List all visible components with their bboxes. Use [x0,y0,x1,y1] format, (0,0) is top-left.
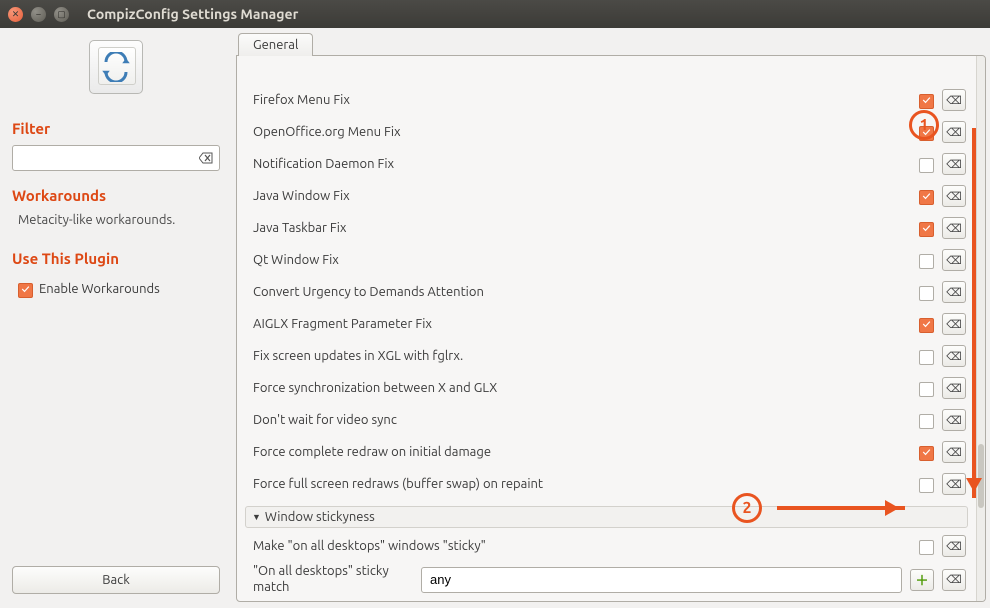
window-close-button[interactable]: ✕ [8,7,23,22]
option-row: Force synchronization between X and GLX ⌫ [237,372,976,404]
reset-button[interactable]: ⌫ [942,249,966,271]
sticky-make-checkbox[interactable] [919,540,934,555]
option-label: Force full screen redraws (buffer swap) … [253,477,911,491]
option-row-sticky-match: "On all desktops" sticky match ＋ ⌫ [237,562,976,597]
reset-button[interactable]: ⌫ [942,409,966,431]
option-row-sticky-make: Make "on all desktops" windows "sticky" … [237,530,976,562]
option-label: Force complete redraw on initial damage [253,445,911,459]
reset-button[interactable]: ⌫ [942,313,966,335]
option-label: Qt Window Fix [253,253,911,267]
option-row: Don't wait for video sync ⌫ [237,404,976,436]
scrollbar-thumb[interactable] [978,444,984,508]
option-checkbox[interactable] [919,382,934,397]
scrollbar[interactable] [976,56,985,601]
back-button[interactable]: Back [12,566,220,594]
window-minimize-button[interactable]: – [31,7,46,22]
sticky-match-input[interactable] [421,567,902,593]
filter-heading: Filter [12,120,220,137]
option-checkbox[interactable] [919,254,934,269]
option-row: Convert Urgency to Demands Attention ⌫ [237,276,976,308]
option-row: OpenOffice.org Menu Fix ⌫ [237,116,976,148]
filter-input-container[interactable] [12,145,220,171]
options-scroll-area[interactable]: x Firefox Menu Fix⌫OpenOffice.org Menu F… [237,56,976,601]
plugin-icon [89,40,143,94]
window-titlebar: ✕ – ▢ CompizConfig Settings Manager [0,0,990,28]
reset-button[interactable]: ⌫ [942,535,966,557]
option-row: Java Window Fix ⌫ [237,180,976,212]
reset-button[interactable]: ⌫ [942,345,966,367]
option-checkbox[interactable] [919,350,934,365]
use-this-plugin-heading: Use This Plugin [12,250,220,267]
filter-input[interactable] [19,151,197,166]
tab-general[interactable]: General [238,33,313,56]
option-label: Firefox Menu Fix [253,93,911,107]
option-label: AIGLX Fragment Parameter Fix [253,317,911,331]
option-checkbox[interactable] [919,94,934,109]
reset-button[interactable]: ⌫ [942,473,966,495]
option-checkbox[interactable] [919,414,934,429]
option-label: OpenOffice.org Menu Fix [253,125,911,139]
reset-button[interactable]: ⌫ [942,121,966,143]
clear-filter-icon[interactable] [197,149,215,167]
option-checkbox[interactable] [919,190,934,205]
option-row: Force complete redraw on initial damage ⌫ [237,436,976,468]
option-label: Java Taskbar Fix [253,221,911,235]
disclosure-triangle-icon: ▼ [252,512,261,522]
option-row: AIGLX Fragment Parameter Fix ⌫ [237,308,976,340]
option-row: Fix screen updates in XGL with fglrx. ⌫ [237,340,976,372]
option-checkbox[interactable] [919,222,934,237]
enable-workarounds-checkbox[interactable] [18,283,33,298]
option-row-cut: x [237,60,976,84]
option-checkbox[interactable] [919,318,934,333]
reset-button[interactable]: ⌫ [942,217,966,239]
window-maximize-button[interactable]: ▢ [54,7,69,22]
enable-workarounds-label: Enable Workarounds [39,281,160,298]
option-label: Don't wait for video sync [253,413,911,427]
reset-button[interactable]: ⌫ [942,569,966,591]
option-row: Force full screen redraws (buffer swap) … [237,468,976,500]
option-checkbox[interactable] [919,158,934,173]
option-checkbox[interactable] [919,286,934,301]
main-panel: General x Firefox Menu Fix⌫OpenOffice.or… [232,28,990,608]
reset-button[interactable]: ⌫ [942,441,966,463]
reset-button[interactable]: ⌫ [942,185,966,207]
reset-button[interactable]: ⌫ [942,153,966,175]
option-checkbox[interactable] [919,478,934,493]
plugin-description: Metacity-like workarounds. [18,212,220,230]
option-row: Java Taskbar Fix ⌫ [237,212,976,244]
option-row: Qt Window Fix ⌫ [237,244,976,276]
sidebar: Filter Workarounds Metacity-like workaro… [0,28,232,608]
option-label: Force synchronization between X and GLX [253,381,911,395]
reset-button[interactable]: ⌫ [942,281,966,303]
reset-button[interactable]: ⌫ [942,377,966,399]
option-row: Firefox Menu Fix ⌫ [237,84,976,116]
option-label: Convert Urgency to Demands Attention [253,285,911,299]
option-checkbox[interactable] [919,126,934,141]
window-title: CompizConfig Settings Manager [87,6,298,22]
reset-button[interactable]: ⌫ [942,89,966,111]
section-window-stickyness[interactable]: ▼ Window stickyness [245,506,968,528]
option-label: Notification Daemon Fix [253,157,911,171]
option-checkbox[interactable] [919,446,934,461]
option-row: Notification Daemon Fix ⌫ [237,148,976,180]
workarounds-heading: Workarounds [12,187,220,204]
option-label: Fix screen updates in XGL with fglrx. [253,349,911,363]
add-match-button[interactable]: ＋ [910,569,934,591]
option-label: Java Window Fix [253,189,911,203]
